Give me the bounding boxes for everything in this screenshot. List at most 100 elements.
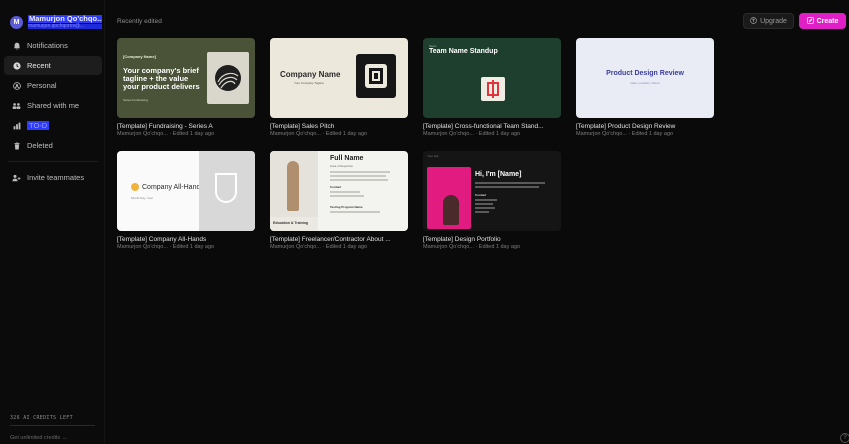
card-thumbnail[interactable]: Company Name Your Company Tagline xyxy=(270,38,408,118)
sidebar-item-notifications[interactable]: Notifications xyxy=(4,36,102,55)
card-edited: Edited 1 day ago xyxy=(325,244,368,250)
help-button[interactable]: ? xyxy=(840,433,849,443)
sidebar-item-personal[interactable]: Personal xyxy=(4,76,102,95)
sidebar-item-todo[interactable]: TO-D xyxy=(4,116,102,135)
card-thumbnail[interactable]: Company All-Hands Month Day, Year xyxy=(117,151,255,231)
document-card[interactable]: Your site Hi, I'm [Name] Contact [Templa… xyxy=(423,151,561,250)
thumb-subtitle: Month Day, Year xyxy=(131,196,153,200)
upgrade-label: Upgrade xyxy=(760,17,787,25)
thumb-heading: Hi, I'm [Name] xyxy=(475,171,522,178)
swirl-icon xyxy=(215,65,241,91)
card-thumbnail[interactable]: Your site Hi, I'm [Name] Contact xyxy=(423,151,561,231)
thumb-heading: Company Name xyxy=(280,70,341,79)
document-card[interactable]: Product Design Review Date, Location, Na… xyxy=(576,38,714,137)
card-owner: Mamurjon Qo'chqo... xyxy=(270,131,321,137)
card-title[interactable]: [Template] Sales Pitch xyxy=(270,123,408,130)
invite-teammates-button[interactable]: Invite teammates xyxy=(4,168,102,187)
card-title[interactable]: [Template] Product Design Review xyxy=(576,123,714,130)
logo-icon xyxy=(356,54,396,98)
card-meta: Mamurjon Qo'chqo... · Edited 1 day ago xyxy=(117,244,215,250)
thumb-artwork xyxy=(207,52,249,104)
sidebar: M Mamurjon Qo'chqo... mamurjon.qochqorov… xyxy=(0,0,105,444)
sidebar-item-label: Personal xyxy=(27,81,57,90)
credits-counter: 326 AI CREDITS LEFT xyxy=(10,415,73,421)
card-owner: Mamurjon Qo'chqo... xyxy=(270,244,321,250)
document-card[interactable]: Company Name Your Company Tagline [Templ… xyxy=(270,38,408,137)
card-meta: Mamurjon Qo'chqo... · Edited 1 day ago xyxy=(117,131,215,137)
credits-progress xyxy=(10,425,95,426)
card-title[interactable]: [Template] Freelancer/Contractor About .… xyxy=(270,236,408,243)
create-button[interactable]: Create xyxy=(799,13,846,29)
user-icon xyxy=(12,81,21,90)
avatar: M xyxy=(10,15,23,29)
thumb-heading: Team Name Standup xyxy=(429,48,498,55)
card-owner: Mamurjon Qo'chqo... xyxy=(423,131,474,137)
sidebar-item-label: TO-D xyxy=(27,121,50,130)
thumb-subtitle: Area of Expertise xyxy=(330,164,354,168)
sidebar-item-recent[interactable]: Recent xyxy=(4,56,102,75)
card-meta: Mamurjon Qo'chqo... · Edited 1 day ago xyxy=(270,131,368,137)
card-meta: Mamurjon Qo'chqo... · Edited 1 day ago xyxy=(576,131,674,137)
card-meta: Mamurjon Qo'chqo... · Edited 1 day ago xyxy=(270,244,368,250)
sidebar-item-label: Recent xyxy=(27,61,51,70)
invite-label: Invite teammates xyxy=(27,173,85,182)
thumb-bar: Your site xyxy=(427,154,439,158)
card-thumbnail[interactable]: Team Team Name Standup xyxy=(423,38,561,118)
thumb-label: Contact xyxy=(475,193,487,197)
thumb-photo xyxy=(427,167,471,229)
clock-icon xyxy=(12,61,21,70)
account-switcher[interactable]: M Mamurjon Qo'chqo... mamurjon.qochqorov… xyxy=(10,12,102,32)
document-card[interactable]: Team Team Name Standup [Template] Cross-… xyxy=(423,38,561,137)
bell-icon xyxy=(12,41,21,50)
card-edited: Edited 1 day ago xyxy=(478,131,521,137)
card-edited: Edited 1 day ago xyxy=(172,131,215,137)
sidebar-nav: Notifications Recent Personal Shared wit… xyxy=(4,36,102,188)
upgrade-button[interactable]: Upgrade xyxy=(743,13,794,29)
help-icon: ? xyxy=(843,435,847,441)
thumb-tag: [Company Name] xyxy=(123,54,156,59)
document-card[interactable]: Company All-Hands Month Day, Year [Templ… xyxy=(117,151,255,250)
card-owner: Mamurjon Qo'chqo... xyxy=(423,244,474,250)
account-email: mamurjon.qochqorov@... xyxy=(28,23,102,29)
thumb-caption: Education & Training xyxy=(270,217,318,231)
thumb-subtitle: Your Company Tagline xyxy=(294,81,325,85)
unlimited-credits-link[interactable]: Get unlimited credits → xyxy=(10,435,67,441)
card-title[interactable]: [Template] Fundraising - Series A xyxy=(117,123,255,130)
card-title[interactable]: [Template] Design Portfolio xyxy=(423,236,561,243)
thumb-heading: Full Name xyxy=(330,155,364,162)
card-title[interactable]: [Template] Cross-functional Team Stand..… xyxy=(423,123,561,130)
thumb-subtitle: Date, Location, Name xyxy=(630,81,660,85)
sidebar-item-label: Deleted xyxy=(27,141,53,150)
sidebar-item-deleted[interactable]: Deleted xyxy=(4,136,102,155)
card-owner: Mamurjon Qo'chqo... xyxy=(576,131,627,137)
card-thumbnail[interactable]: Education & Training Full Name Area of E… xyxy=(270,151,408,231)
thumb-heading-wrap: Company All-Hands xyxy=(131,183,204,191)
thumb-heading: Your company's brief tagline + the value… xyxy=(123,66,200,91)
card-meta: Mamurjon Qo'chqo... · Edited 1 day ago xyxy=(423,244,521,250)
sidebar-item-label: Notifications xyxy=(27,41,68,50)
document-card[interactable]: Education & Training Full Name Area of E… xyxy=(270,151,408,250)
create-label: Create xyxy=(816,17,839,25)
thumb-photo xyxy=(270,151,318,217)
sidebar-item-label: Shared with me xyxy=(27,101,80,110)
standup-icon xyxy=(481,77,505,101)
thumb-label: Contact xyxy=(330,185,342,189)
card-title[interactable]: [Template] Company All-Hands xyxy=(117,236,255,243)
sidebar-item-shared[interactable]: Shared with me xyxy=(4,96,102,115)
thumb-label: Testing Program Name xyxy=(330,205,363,209)
card-thumbnail[interactable]: [Company Name] Your company's brief tagl… xyxy=(117,38,255,118)
shield-icon xyxy=(215,173,237,203)
edit-icon xyxy=(806,16,814,26)
account-name: Mamurjon Qo'chqo... xyxy=(28,15,102,24)
trash-icon xyxy=(12,141,21,150)
document-card[interactable]: [Company Name] Your company's brief tagl… xyxy=(117,38,255,137)
card-edited: Edited 1 day ago xyxy=(172,244,215,250)
face-icon xyxy=(131,183,139,191)
card-thumbnail[interactable]: Product Design Review Date, Location, Na… xyxy=(576,38,714,118)
card-edited: Edited 1 day ago xyxy=(631,131,674,137)
thumb-footer: Series Fundraising xyxy=(123,98,149,102)
card-meta: Mamurjon Qo'chqo... · Edited 1 day ago xyxy=(423,131,521,137)
section-title: Recently edited xyxy=(117,18,162,25)
card-owner: Mamurjon Qo'chqo... xyxy=(117,131,168,137)
card-edited: Edited 1 day ago xyxy=(325,131,368,137)
